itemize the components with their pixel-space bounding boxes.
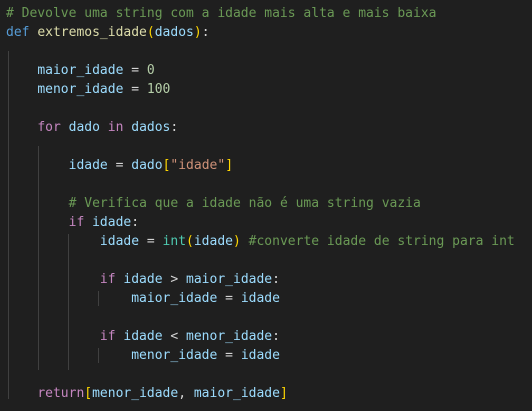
paren-open: ( — [186, 234, 194, 249]
code-line-for[interactable]: for dado in dados: — [6, 118, 178, 137]
operator-assign: = — [146, 234, 155, 249]
var-menor-idade: menor_idade — [37, 82, 124, 97]
bracket-open: [ — [84, 386, 93, 401]
colon: : — [272, 329, 280, 344]
code-line-return[interactable]: return[menor_idade, maior_idade] — [6, 384, 288, 403]
operator-assign: = — [225, 348, 233, 363]
var-idade: idade — [68, 158, 108, 173]
var-idade: idade — [92, 215, 132, 230]
bracket-close: ] — [225, 158, 234, 173]
string-literal: "idade" — [170, 158, 226, 173]
paren-open: ( — [146, 25, 155, 40]
var-idade: idade — [123, 329, 163, 344]
comment-token: # Devolve uma string com a idade mais al… — [6, 6, 437, 21]
paren-close: ) — [233, 234, 241, 249]
function-name: extremos_idade — [37, 25, 147, 40]
comma: , — [178, 386, 194, 401]
code-line-if-idade[interactable]: if idade: — [6, 213, 139, 232]
operator-assign: = — [131, 63, 140, 78]
var-maior-idade: maior_idade — [37, 63, 124, 78]
operator-assign: = — [115, 158, 124, 173]
keyword-if: if — [99, 272, 116, 287]
var-maior-idade: maior_idade — [131, 291, 218, 306]
param-dados: dados — [154, 25, 194, 40]
var-idade: idade — [240, 291, 280, 306]
operator-gt: > — [170, 272, 179, 287]
var-idade: idade — [240, 348, 280, 363]
code-line-maior-init[interactable]: maior_idade = 0 — [6, 61, 155, 80]
var-idade: idade — [99, 234, 140, 249]
var-menor-idade: menor_idade — [186, 329, 273, 344]
var-maior-idade: maior_idade — [193, 386, 280, 401]
keyword-in: in — [107, 120, 124, 135]
bracket-close: ] — [279, 386, 288, 401]
var-dados: dados — [131, 120, 171, 135]
keyword-if: if — [99, 329, 116, 344]
code-editor[interactable]: # Devolve uma string com a idade mais al… — [0, 0, 532, 411]
operator-assign: = — [225, 291, 233, 306]
number-literal: 0 — [146, 63, 155, 78]
var-dado: dado — [131, 158, 163, 173]
comment-token: #converte idade de string para int — [248, 234, 515, 249]
paren-close: ) — [193, 25, 202, 40]
var-maior-idade: maior_idade — [186, 272, 273, 287]
keyword-return: return — [37, 386, 85, 401]
keyword-if: if — [68, 215, 85, 230]
code-line-idade-assign[interactable]: idade = dado["idade"] — [6, 156, 233, 175]
code-line-if-menor[interactable]: if idade < menor_idade: — [6, 327, 280, 346]
code-line-comment-header[interactable]: # Devolve uma string com a idade mais al… — [6, 4, 436, 23]
var-idade: idade — [193, 234, 233, 249]
var-dado: dado — [68, 120, 100, 135]
builtin-int: int — [162, 234, 187, 249]
var-menor-idade: menor_idade — [131, 348, 218, 363]
colon: : — [272, 272, 280, 287]
code-line-def[interactable]: def extremos_idade(dados): — [6, 23, 210, 42]
number-literal: 100 — [146, 82, 171, 97]
var-idade: idade — [123, 272, 163, 287]
colon: : — [170, 120, 179, 135]
code-line-comment-verifica[interactable]: # Verifica que a idade não é uma string … — [6, 194, 421, 213]
code-line-int-convert[interactable]: idade = int(idade) #converte idade de st… — [6, 232, 515, 251]
code-line-menor-init[interactable]: menor_idade = 100 — [6, 80, 170, 99]
operator-assign: = — [131, 82, 140, 97]
keyword-def: def — [6, 25, 30, 40]
operator-lt: < — [170, 329, 179, 344]
comment-token: # Verifica que a idade não é uma string … — [68, 196, 421, 211]
colon: : — [201, 25, 210, 40]
code-line-assign-maior[interactable]: maior_idade = idade — [6, 289, 280, 308]
colon: : — [131, 215, 140, 230]
keyword-for: for — [37, 120, 61, 135]
var-menor-idade: menor_idade — [92, 386, 179, 401]
code-line-assign-menor[interactable]: menor_idade = idade — [6, 346, 280, 365]
code-line-if-maior[interactable]: if idade > maior_idade: — [6, 270, 280, 289]
